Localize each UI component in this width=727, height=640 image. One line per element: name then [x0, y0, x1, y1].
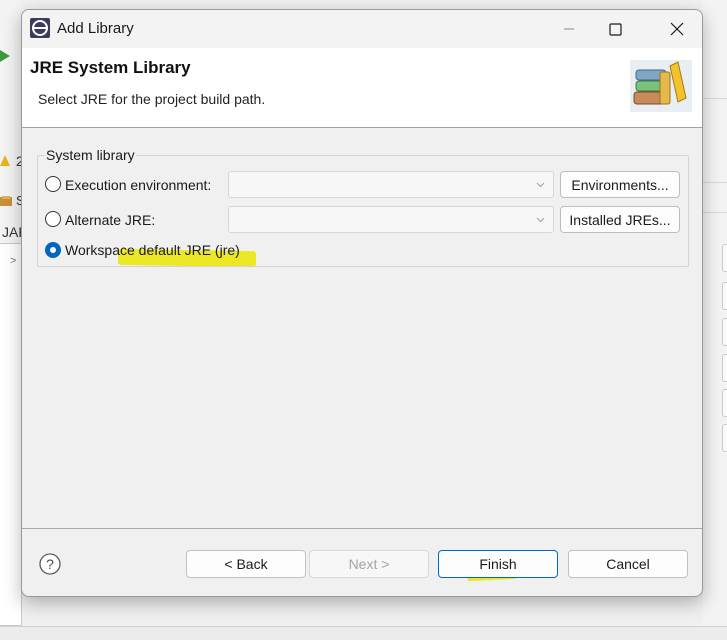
cancel-button[interactable]: Cancel	[568, 550, 688, 578]
dialog-title: Add Library	[57, 20, 134, 37]
package-icon	[0, 196, 12, 206]
help-icon[interactable]: ?	[39, 553, 61, 575]
chevron-down-icon	[536, 182, 545, 188]
finish-button[interactable]: Finish	[438, 550, 558, 578]
environments-button[interactable]: Environments...	[560, 171, 680, 198]
divider	[703, 182, 727, 183]
alternate-jre-label: Alternate JRE:	[65, 212, 156, 228]
alternate-jre-combo[interactable]	[228, 206, 554, 233]
execution-environment-label: Execution environment:	[65, 177, 212, 193]
page-description: Select JRE for the project build path.	[38, 91, 266, 107]
back-button[interactable]: < Back	[186, 550, 306, 578]
execution-environment-combo[interactable]	[228, 171, 554, 198]
wizard-header: JRE System Library Select JRE for the pr…	[22, 48, 702, 128]
chevron-down-icon	[536, 217, 545, 223]
side-tab-button[interactable]	[722, 282, 727, 310]
warning-icon	[0, 155, 10, 166]
installed-jres-button[interactable]: Installed JREs...	[560, 206, 680, 233]
workspace-default-jre-label: Workspace default JRE (jre)	[65, 242, 240, 258]
side-tab-button[interactable]	[722, 244, 727, 272]
background-status-bar	[0, 626, 727, 640]
eclipse-app-icon	[30, 18, 50, 38]
side-tab-button[interactable]	[722, 424, 727, 452]
title-bar[interactable]: Add Library	[22, 10, 702, 48]
group-label: System library	[45, 147, 136, 163]
background-tree-panel	[0, 243, 22, 626]
close-button[interactable]	[652, 10, 702, 48]
workspace-default-jre-radio[interactable]	[45, 242, 61, 258]
divider	[703, 98, 727, 99]
page-title: JRE System Library	[30, 58, 191, 77]
help-glyph: ?	[46, 556, 54, 572]
tree-expand-icon[interactable]: >	[10, 255, 16, 267]
maximize-icon	[608, 22, 622, 36]
side-tab-button[interactable]	[722, 389, 727, 417]
execution-environment-radio[interactable]	[45, 176, 61, 192]
side-tab-button[interactable]	[722, 354, 727, 382]
minimize-button[interactable]	[546, 10, 592, 48]
close-icon	[670, 22, 684, 36]
maximize-button[interactable]	[592, 10, 638, 48]
add-library-dialog: Add Library JRE System Library Select JR…	[21, 9, 703, 597]
alternate-jre-radio[interactable]	[45, 211, 61, 227]
divider	[703, 212, 727, 213]
run-icon	[0, 50, 10, 62]
minimize-icon	[564, 28, 574, 30]
next-button[interactable]: Next >	[309, 550, 429, 578]
library-books-icon	[630, 60, 692, 112]
footer-divider	[22, 528, 702, 529]
side-tab-button[interactable]	[722, 318, 727, 346]
